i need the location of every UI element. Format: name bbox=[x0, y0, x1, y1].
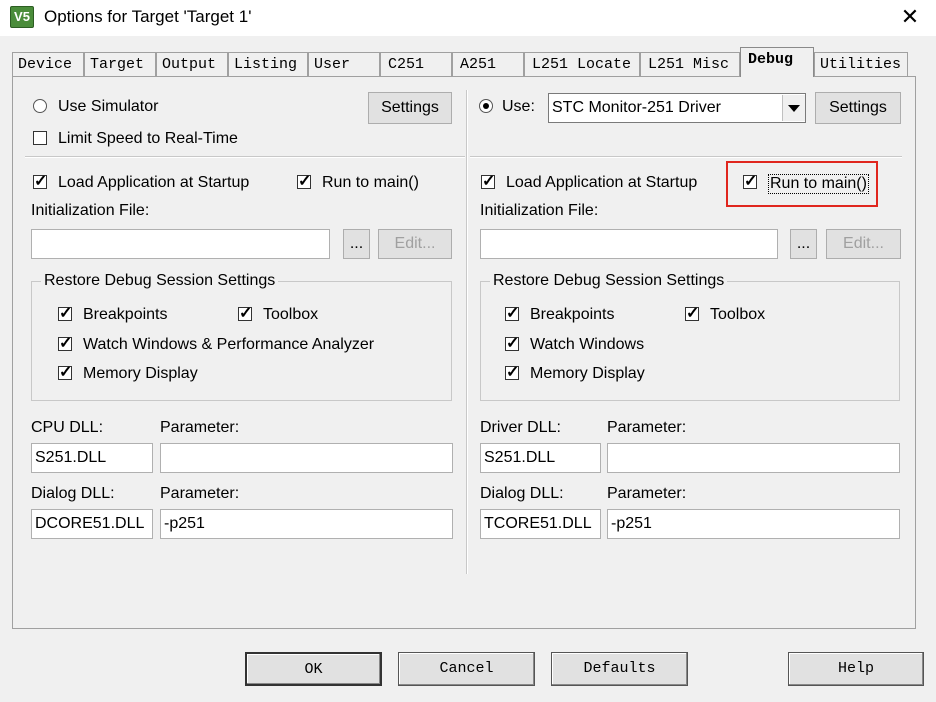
left-param2-label: Parameter: bbox=[160, 485, 240, 502]
use-label: Use: bbox=[502, 98, 535, 115]
tab-device[interactable]: Device bbox=[12, 52, 84, 76]
driver-settings-button[interactable]: Settings bbox=[815, 92, 901, 124]
left-edit-button[interactable]: Edit... bbox=[378, 229, 452, 259]
cancel-button[interactable]: Cancel bbox=[398, 652, 535, 686]
tab-a251[interactable]: A251 bbox=[452, 52, 524, 76]
right-param2-input[interactable]: -p251 bbox=[607, 509, 900, 539]
left-init-file-input[interactable] bbox=[31, 229, 330, 259]
tab-user[interactable]: User bbox=[308, 52, 380, 76]
simulator-settings-button[interactable]: Settings bbox=[368, 92, 452, 124]
tab-target[interactable]: Target bbox=[84, 52, 156, 76]
tab-l251-locate[interactable]: L251 Locate bbox=[524, 52, 640, 76]
left-run-to-main-label: Run to main() bbox=[322, 174, 419, 191]
right-toolbox-label: Toolbox bbox=[710, 306, 766, 323]
left-watch-label: Watch Windows & Performance Analyzer bbox=[83, 336, 375, 353]
right-param1-label: Parameter: bbox=[607, 419, 687, 436]
right-browse-button[interactable]: ... bbox=[790, 229, 817, 259]
right-dialog-dll-label: Dialog DLL: bbox=[480, 485, 564, 502]
right-restore-title: Restore Debug Session Settings bbox=[490, 272, 728, 290]
left-breakpoints-checkbox[interactable] bbox=[58, 303, 72, 323]
left-breakpoints-label: Breakpoints bbox=[83, 306, 168, 323]
left-watch-checkbox[interactable] bbox=[58, 333, 72, 353]
left-toolbox-label: Toolbox bbox=[263, 306, 319, 323]
right-toolbox-checkbox[interactable] bbox=[685, 303, 699, 323]
tab-debug[interactable]: Debug bbox=[740, 47, 814, 77]
right-breakpoints-label: Breakpoints bbox=[530, 306, 615, 323]
cpu-dll-label: CPU DLL: bbox=[31, 419, 104, 436]
left-dialog-dll-input[interactable]: DCORE51.DLL bbox=[31, 509, 153, 539]
left-run-to-main-checkbox[interactable] bbox=[297, 171, 311, 191]
tab-utilities[interactable]: Utilities bbox=[814, 52, 908, 76]
left-param1-input[interactable] bbox=[160, 443, 453, 473]
left-dialog-dll-label: Dialog DLL: bbox=[31, 485, 115, 502]
right-memory-checkbox[interactable] bbox=[505, 362, 519, 382]
limit-speed-label: Limit Speed to Real-Time bbox=[58, 130, 238, 147]
driver-dll-label: Driver DLL: bbox=[480, 419, 561, 436]
defaults-button[interactable]: Defaults bbox=[551, 652, 688, 686]
tab-c251[interactable]: C251 bbox=[380, 52, 452, 76]
left-toolbox-checkbox[interactable] bbox=[238, 303, 252, 323]
left-restore-title: Restore Debug Session Settings bbox=[41, 272, 279, 290]
tab-listing[interactable]: Listing bbox=[228, 52, 308, 76]
right-load-app-checkbox[interactable] bbox=[481, 171, 495, 191]
close-icon[interactable]: ✕ bbox=[892, 0, 928, 34]
ok-button[interactable]: OK bbox=[245, 652, 382, 686]
driver-select-dropdown[interactable] bbox=[782, 95, 805, 121]
left-browse-button[interactable]: ... bbox=[343, 229, 370, 259]
driver-select-value: STC Monitor-251 Driver bbox=[552, 99, 721, 116]
right-breakpoints-checkbox[interactable] bbox=[505, 303, 519, 323]
right-watch-label: Watch Windows bbox=[530, 336, 645, 353]
right-init-file-label: Initialization File: bbox=[480, 202, 599, 219]
window-title: Options for Target 'Target 1' bbox=[44, 7, 252, 26]
cpu-dll-input[interactable]: S251.DLL bbox=[31, 443, 153, 473]
left-init-file-label: Initialization File: bbox=[31, 202, 150, 219]
use-driver-radio[interactable] bbox=[479, 99, 493, 113]
right-dialog-dll-input[interactable]: TCORE51.DLL bbox=[480, 509, 601, 539]
use-simulator-radio[interactable] bbox=[33, 99, 47, 113]
app-icon: V5 bbox=[10, 6, 34, 28]
limit-speed-checkbox[interactable] bbox=[33, 131, 47, 145]
left-load-app-label: Load Application at Startup bbox=[58, 174, 250, 191]
left-divider bbox=[25, 156, 465, 158]
right-load-app-label: Load Application at Startup bbox=[506, 174, 698, 191]
left-param2-input[interactable]: -p251 bbox=[160, 509, 453, 539]
driver-dll-input[interactable]: S251.DLL bbox=[480, 443, 601, 473]
left-load-app-checkbox[interactable] bbox=[33, 171, 47, 191]
left-param1-label: Parameter: bbox=[160, 419, 240, 436]
right-init-file-input[interactable] bbox=[480, 229, 778, 259]
left-memory-checkbox[interactable] bbox=[58, 362, 72, 382]
right-memory-label: Memory Display bbox=[530, 365, 645, 382]
right-edit-button[interactable]: Edit... bbox=[826, 229, 901, 259]
right-param1-input[interactable] bbox=[607, 443, 900, 473]
right-param2-label: Parameter: bbox=[607, 485, 687, 502]
help-button[interactable]: Help bbox=[788, 652, 924, 686]
tab-output[interactable]: Output bbox=[156, 52, 228, 76]
highlight-box bbox=[726, 161, 878, 207]
driver-select[interactable]: STC Monitor-251 Driver bbox=[548, 93, 806, 123]
right-watch-checkbox[interactable] bbox=[505, 333, 519, 353]
center-divider bbox=[466, 90, 468, 574]
use-simulator-label: Use Simulator bbox=[58, 98, 159, 115]
left-memory-label: Memory Display bbox=[83, 365, 198, 382]
chevron-down-icon bbox=[788, 105, 800, 112]
tab-l251-misc[interactable]: L251 Misc bbox=[640, 52, 740, 76]
right-divider bbox=[470, 156, 902, 158]
